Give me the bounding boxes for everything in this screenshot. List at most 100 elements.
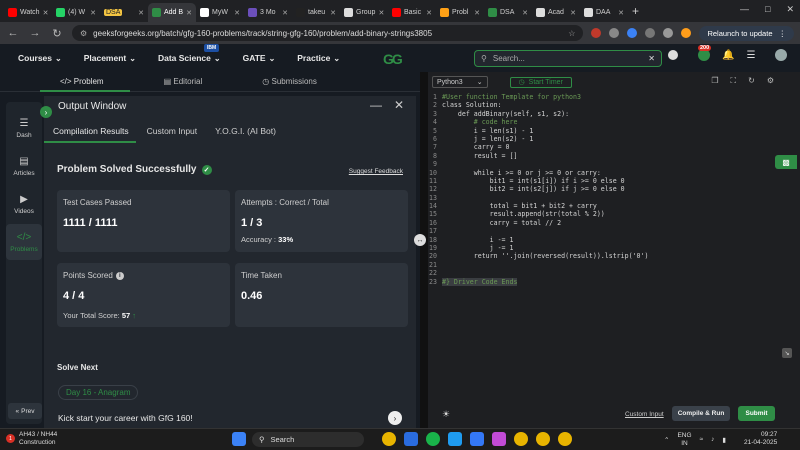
chat-icon[interactable]: ▩ <box>775 155 797 169</box>
address-bar[interactable]: ⚙ geeksforgeeks.org/batch/gfg-160-proble… <box>72 25 584 41</box>
submit-button[interactable]: Submit <box>738 406 775 421</box>
theme-toggle-icon[interactable] <box>668 50 678 60</box>
clear-icon[interactable]: ✕ <box>648 54 655 63</box>
tab-close-icon[interactable]: ✕ <box>618 9 624 17</box>
lightbulb-icon[interactable]: ☀ <box>442 409 454 421</box>
reset-icon[interactable]: ↻ <box>748 76 755 86</box>
browser-tab[interactable]: Basic ✕ <box>388 3 436 22</box>
browser-tab[interactable]: DSA ✕ <box>100 3 148 22</box>
tab-close-icon[interactable]: ✕ <box>378 9 384 17</box>
app-icon[interactable] <box>426 432 440 446</box>
minimize-output-icon[interactable]: — <box>370 98 382 112</box>
browser-tab[interactable]: (4) W ✕ <box>52 3 100 22</box>
nav-data-science[interactable]: Data Science ⌄ IBM <box>158 44 221 63</box>
output-tab-yogi-bot[interactable]: Y.O.G.I. (AI Bot) <box>215 126 276 136</box>
browser-tab[interactable]: Add B ✕ <box>148 3 196 22</box>
browser-tab[interactable]: DSA ✕ <box>484 3 532 22</box>
chrome-icon[interactable] <box>382 432 396 446</box>
app-icon[interactable] <box>492 432 506 446</box>
weather-widget[interactable]: 1 AH43 / NH44 Construction <box>6 431 57 446</box>
start-icon[interactable] <box>232 432 246 446</box>
tab-close-icon[interactable]: ✕ <box>330 9 336 17</box>
tab-close-icon[interactable]: ✕ <box>138 9 144 17</box>
resize-handle-icon[interactable]: ↔ <box>414 234 426 246</box>
sidebar-item-videos[interactable]: ▶ Videos <box>6 186 42 222</box>
suggest-feedback-link[interactable]: Suggest Feedback <box>349 168 403 175</box>
forward-icon[interactable]: → <box>28 27 42 39</box>
browser-tab[interactable]: 3 Mo ✕ <box>244 3 292 22</box>
translate-icon[interactable]: ☰ <box>746 50 755 61</box>
browser-tab[interactable]: Probl ✕ <box>436 3 484 22</box>
sidebar-item-problems[interactable]: </> Problems <box>6 224 42 260</box>
info-icon[interactable]: i <box>115 271 124 280</box>
tab-close-icon[interactable]: ✕ <box>426 9 432 17</box>
tab-problem[interactable]: </> Problem <box>60 77 104 86</box>
close-window-icon[interactable]: ✕ <box>786 4 794 15</box>
tab-close-icon[interactable]: ✕ <box>234 9 240 17</box>
browser-tab[interactable]: Watch ✕ <box>4 3 52 22</box>
extension-icon[interactable] <box>627 28 638 38</box>
app-icon[interactable] <box>404 432 418 446</box>
browser-tab[interactable]: Group ✕ <box>340 3 388 22</box>
wifi-icon[interactable]: ≈ <box>700 436 704 443</box>
browser-tab[interactable]: takeu ✕ <box>292 3 340 22</box>
sidebar-item-dash[interactable]: ☰ Dash <box>6 110 42 146</box>
avatar[interactable] <box>775 49 788 61</box>
browser-tab[interactable]: MyW ✕ <box>196 3 244 22</box>
site-info-icon[interactable]: ⚙ <box>80 29 87 38</box>
extension-icon[interactable] <box>591 28 602 38</box>
back-icon[interactable]: ← <box>6 27 20 39</box>
tab-close-icon[interactable]: ✕ <box>570 9 576 17</box>
copy-icon[interactable]: ❐ <box>711 76 718 86</box>
maximize-icon[interactable]: □ <box>765 4 770 15</box>
tab-close-icon[interactable]: ✕ <box>43 9 49 17</box>
nav-placement[interactable]: Placement ⌄ <box>84 53 136 63</box>
battery-icon[interactable]: ▮ <box>722 436 726 444</box>
taskbar-search[interactable]: ⚲ Search <box>252 432 364 447</box>
collapse-icon[interactable]: ↘ <box>782 348 792 358</box>
tab-close-icon[interactable]: ✕ <box>282 9 288 17</box>
browser-tab[interactable]: DAA ✕ <box>580 3 628 22</box>
close-output-icon[interactable]: ✕ <box>394 98 404 112</box>
tab-editorial[interactable]: ▤ Editorial <box>164 77 203 86</box>
pane-divider[interactable] <box>420 72 428 428</box>
tab-close-icon[interactable]: ✕ <box>522 9 528 17</box>
app-icon[interactable] <box>470 432 484 446</box>
clock[interactable]: 09:27 21-04-2025 <box>744 431 777 447</box>
sidebar-item-articles[interactable]: ▤ Articles <box>6 148 42 184</box>
language-indicator[interactable]: ENG IN <box>677 432 691 447</box>
next-problem-chip[interactable]: Day 16 - Anagram <box>58 385 139 400</box>
new-tab-button[interactable]: + <box>632 4 639 18</box>
nav-gate[interactable]: GATE ⌄ <box>243 53 276 63</box>
custom-input-link[interactable]: Custom Input <box>625 411 664 418</box>
relaunch-button[interactable]: Relaunch to update ⋮ <box>699 25 794 41</box>
output-tab-custom-input[interactable]: Custom Input <box>147 126 198 136</box>
tab-submissions[interactable]: ◷ Submissions <box>262 77 317 86</box>
compile-run-button[interactable]: Compile & Run <box>672 406 730 421</box>
nav-courses[interactable]: Courses ⌄ <box>18 53 62 63</box>
browser-tab[interactable]: Acad ✕ <box>532 3 580 22</box>
gfg-logo[interactable]: GG <box>383 51 403 67</box>
tab-close-icon[interactable]: ✕ <box>474 9 480 17</box>
chrome-icon[interactable] <box>514 432 528 446</box>
bookmark-star-icon[interactable]: ☆ <box>568 29 575 38</box>
chrome-icon[interactable] <box>558 432 572 446</box>
extension-icon[interactable] <box>609 28 620 38</box>
arrow-right-icon[interactable]: › <box>388 411 402 425</box>
output-tab-compilation-results[interactable]: Compilation Results <box>53 126 129 136</box>
vscode-icon[interactable] <box>448 432 462 446</box>
chrome-icon[interactable] <box>536 432 550 446</box>
profile-icon[interactable] <box>681 28 692 38</box>
language-select[interactable]: Python3 ⌄ <box>432 76 488 88</box>
extension-icon[interactable] <box>645 28 656 38</box>
tab-close-icon[interactable]: ✕ <box>90 9 96 17</box>
code-area[interactable]: 1 #User function Template for python3 2 cla… <box>428 93 800 286</box>
notification-icon[interactable]: 🔔 <box>722 50 734 61</box>
settings-icon[interactable]: ⚙ <box>767 76 774 86</box>
start-timer-button[interactable]: ◷ Start Timer <box>509 76 572 88</box>
expand-sidebar-icon[interactable]: › <box>40 106 52 118</box>
minimize-icon[interactable]: — <box>740 4 749 15</box>
chevron-up-icon[interactable]: ⌃ <box>664 436 669 444</box>
reload-icon[interactable]: ↻ <box>50 27 64 40</box>
prev-button[interactable]: « Prev <box>8 403 42 419</box>
